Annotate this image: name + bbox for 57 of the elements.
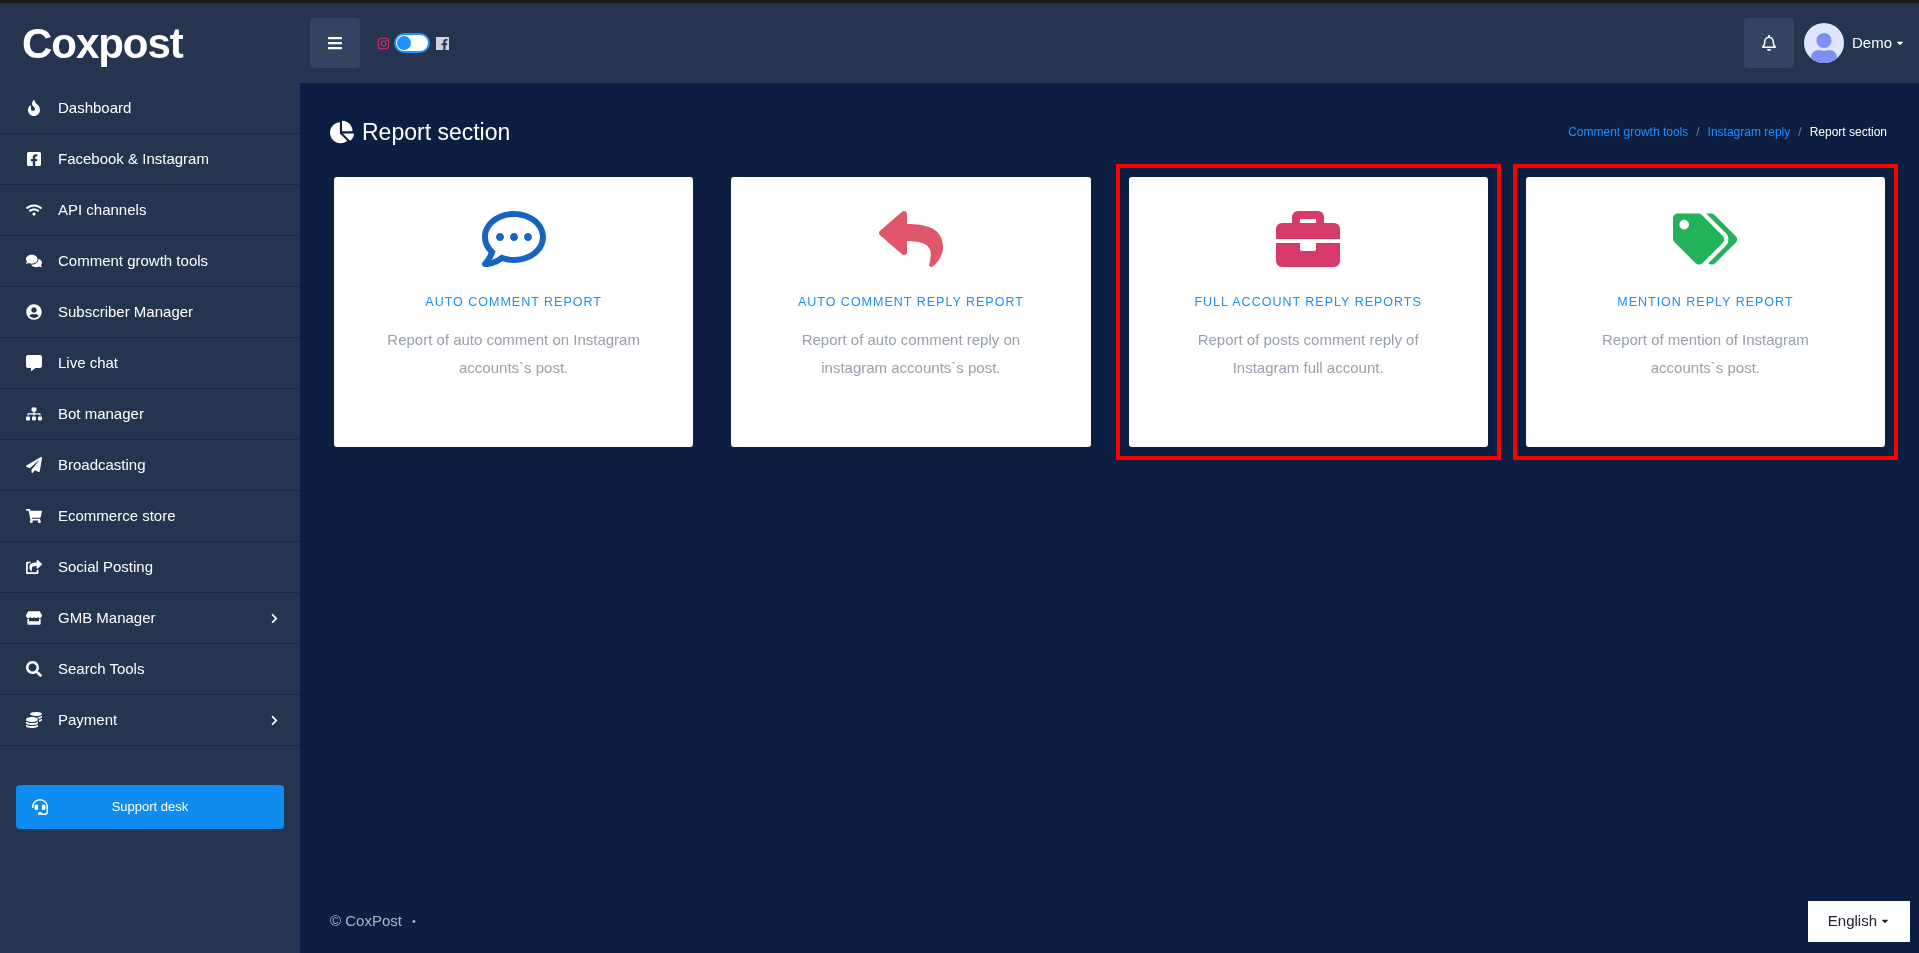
breadcrumb-link[interactable]: Report section xyxy=(1809,123,1887,141)
bell-icon xyxy=(1761,35,1777,51)
pie-chart-icon xyxy=(330,120,354,144)
share-icon xyxy=(26,559,42,575)
instagram-icon xyxy=(377,36,390,50)
sidebar-item[interactable]: Social Posting xyxy=(0,542,300,593)
separator-dot: • xyxy=(411,913,416,929)
card-description: Report of posts comment reply of Instagram full account. xyxy=(1196,329,1420,378)
message-icon xyxy=(26,355,42,371)
report-card[interactable]: MENTION REPLY REPORT Report of mention of Instagram accounts`s post. xyxy=(1525,177,1885,447)
breadcrumb-link[interactable]: Comment growth tools xyxy=(1568,123,1689,141)
card-description: Report of auto comment reply on instagram accounts`s post. xyxy=(800,329,1022,378)
report-card[interactable]: AUTO COMMENT REPLY REPORT Report of auto comment reply on instagram accounts`s post. xyxy=(731,177,1091,447)
cart-icon xyxy=(26,508,42,524)
user-menu[interactable]: Demo xyxy=(1852,31,1905,55)
headset-icon xyxy=(32,799,48,815)
sidebar-item[interactable]: Facebook & Instagram xyxy=(0,134,300,185)
sidebar-item[interactable]: Bot manager xyxy=(0,389,300,440)
facebook-icon xyxy=(26,151,42,167)
page-title: Report section xyxy=(362,117,511,147)
wifi-icon xyxy=(26,202,42,218)
facebook-icon xyxy=(436,36,449,50)
breadcrumb-separator: / xyxy=(1798,124,1802,141)
sidebar-item[interactable]: API channels xyxy=(0,185,300,236)
sidebar-item[interactable]: Search Tools xyxy=(0,644,300,695)
language-dropdown[interactable]: English xyxy=(1807,900,1910,942)
card-title: AUTO COMMENT REPORT xyxy=(425,294,602,311)
sidebar-item[interactable]: Ecommerce store xyxy=(0,491,300,542)
sidebar-item[interactable]: Payment xyxy=(0,695,300,746)
search-icon xyxy=(26,661,42,677)
notification-button[interactable] xyxy=(1744,18,1794,68)
comments-icon xyxy=(26,253,42,269)
sidebar-item[interactable]: GMB Manager xyxy=(0,593,300,644)
paper-plane-icon xyxy=(26,457,42,473)
sidebar-item[interactable]: Subscriber Manager xyxy=(0,287,300,338)
copyright-text: © CoxPost xyxy=(330,910,402,931)
card-description: Report of auto comment on Instagram accounts`s post. xyxy=(386,329,641,378)
card-title: MENTION REPLY REPORT xyxy=(1617,294,1794,311)
coins-icon xyxy=(26,712,42,728)
card-description: Report of mention of Instagram accounts`s post. xyxy=(1601,329,1810,378)
sidebar-item[interactable]: Live chat xyxy=(0,338,300,389)
sidebar-item[interactable]: Dashboard xyxy=(0,83,300,134)
breadcrumb-separator: / xyxy=(1696,124,1700,141)
store-icon xyxy=(26,610,42,626)
sidebar-item[interactable]: Comment growth tools xyxy=(0,236,300,287)
user-avatar[interactable] xyxy=(1804,23,1844,63)
card-title: AUTO COMMENT REPLY REPORT xyxy=(797,294,1024,311)
flame-icon xyxy=(26,100,42,116)
report-card[interactable]: FULL ACCOUNT REPLY REPORTS Report of posts comment reply of Instagram full account. xyxy=(1128,177,1488,447)
logo[interactable]: Coxpost xyxy=(22,11,183,75)
sitemap-icon xyxy=(26,406,42,422)
sidebar-item[interactable]: Broadcasting xyxy=(0,440,300,491)
breadcrumb-link[interactable]: Instagram reply xyxy=(1707,123,1791,141)
card-title: FULL ACCOUNT REPLY REPORTS xyxy=(1194,294,1422,311)
menu-icon xyxy=(327,35,343,51)
channel-toggle[interactable] xyxy=(394,33,430,53)
menu-button[interactable] xyxy=(310,18,360,68)
